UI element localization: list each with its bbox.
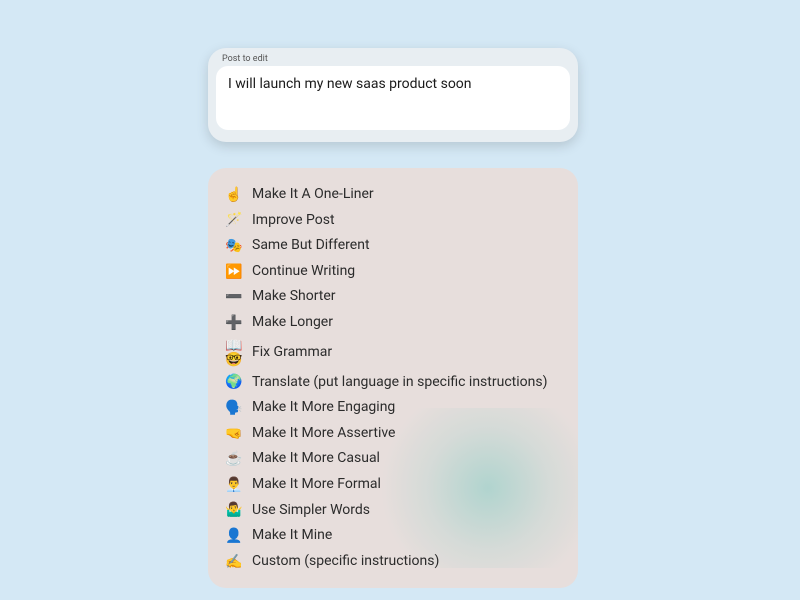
action-emoji-icon: 🤜 [224, 427, 244, 441]
action-label: Improve Post [252, 211, 335, 231]
action-item[interactable]: ⏩ Continue Writing [224, 259, 562, 285]
action-label: Make Longer [252, 313, 333, 333]
editor-label: Post to edit [216, 54, 570, 66]
action-label: Make It More Assertive [252, 424, 395, 444]
action-item[interactable]: ☕ Make It More Casual [224, 446, 562, 472]
action-label: Make It More Formal [252, 475, 381, 495]
action-emoji-icon: 👤 [224, 529, 244, 543]
action-item[interactable]: 🌍 Translate (put language in specific ins… [224, 370, 562, 396]
action-emoji-icon: ☕ [224, 452, 244, 466]
action-label: Make Shorter [252, 287, 336, 307]
action-emoji-icon: ✍️ [224, 555, 244, 569]
actions-menu: ☝️ Make It A One-Liner 🪄 Improve Post 🎭 Same … [208, 168, 578, 588]
editor-card: Post to edit [208, 48, 578, 142]
action-label: Same But Different [252, 236, 370, 256]
action-emoji-icon: 🗣️ [224, 401, 244, 415]
action-emoji-icon: ☝️ [224, 188, 244, 202]
action-item[interactable]: ➕ Make Longer [224, 310, 562, 336]
action-emoji-icon: 🪄 [224, 213, 244, 227]
action-item[interactable]: 👨‍💼 Make It More Formal [224, 472, 562, 498]
action-label: Make It More Engaging [252, 398, 395, 418]
action-label: Make It Mine [252, 526, 332, 546]
action-label: Custom (specific instructions) [252, 552, 439, 572]
action-emoji-icon: 📖🤓 [224, 339, 244, 367]
action-item[interactable]: ➖ Make Shorter [224, 284, 562, 310]
action-label: Translate (put language in specific inst… [252, 373, 547, 393]
action-emoji-icon: ➖ [224, 290, 244, 304]
action-emoji-icon: ➕ [224, 316, 244, 330]
action-emoji-icon: 🤷‍♂️ [224, 503, 244, 517]
action-item[interactable]: 🤷‍♂️ Use Simpler Words [224, 498, 562, 524]
action-item[interactable]: 👤 Make It Mine [224, 523, 562, 549]
action-emoji-icon: ⏩ [224, 265, 244, 279]
post-input[interactable] [216, 66, 570, 130]
action-emoji-icon: 🎭 [224, 239, 244, 253]
action-emoji-icon: 🌍 [224, 375, 244, 389]
action-item[interactable]: 🤜 Make It More Assertive [224, 421, 562, 447]
action-label: Fix Grammar [252, 343, 332, 363]
action-item[interactable]: 🗣️ Make It More Engaging [224, 395, 562, 421]
action-item[interactable]: 🪄 Improve Post [224, 208, 562, 234]
action-item[interactable]: ☝️ Make It A One-Liner [224, 182, 562, 208]
action-item[interactable]: 🎭 Same But Different [224, 233, 562, 259]
action-item[interactable]: ✍️ Custom (specific instructions) [224, 549, 562, 575]
action-label: Use Simpler Words [252, 501, 370, 521]
action-item[interactable]: 📖🤓 Fix Grammar [224, 336, 562, 370]
action-label: Continue Writing [252, 262, 355, 282]
action-label: Make It A One-Liner [252, 185, 374, 205]
action-emoji-icon: 👨‍💼 [224, 478, 244, 492]
action-label: Make It More Casual [252, 449, 380, 469]
